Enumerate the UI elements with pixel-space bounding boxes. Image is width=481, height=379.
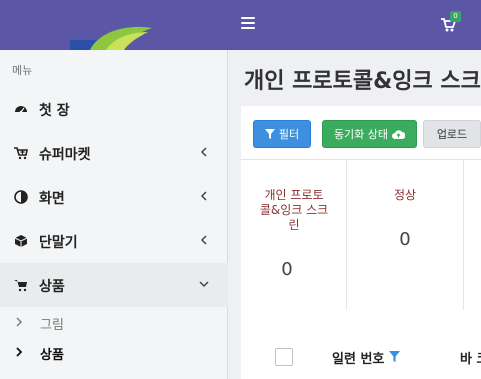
sidebar-item-products[interactable]: 상품 — [0, 263, 228, 307]
dashboard-icon — [15, 106, 27, 114]
cloud-upload-icon — [392, 130, 406, 139]
divider — [463, 160, 464, 310]
brand-logo — [70, 26, 152, 50]
stat-label-normal: 정상 — [393, 188, 417, 202]
column-header-serial[interactable]: 일련 번호 — [332, 348, 384, 367]
sidebar-item-label: 상품 — [39, 279, 65, 295]
sidebar: 메뉴 첫 장 슈퍼마켓 화면 단말기 상품 그림 상품 — [0, 50, 228, 379]
chevron-left-icon — [200, 147, 207, 157]
chevron-right-icon — [16, 317, 22, 327]
sidebar-subitem-label: 그림 — [40, 318, 64, 333]
chevron-left-icon — [200, 235, 207, 245]
upload-button-label: 업로드 — [436, 128, 468, 141]
cart-plus-icon — [14, 147, 28, 160]
menu-toggle-icon[interactable] — [241, 17, 255, 30]
select-all-checkbox[interactable] — [275, 348, 293, 366]
sidebar-subitem-images[interactable]: 그림 — [0, 309, 228, 335]
column-header-barcode[interactable]: 바 코 — [460, 348, 481, 367]
half-circle-icon — [14, 190, 28, 204]
column-filter-icon[interactable] — [389, 351, 400, 362]
chevron-left-icon — [200, 191, 207, 201]
filter-icon — [264, 129, 275, 139]
sidebar-subitem-label: 상품 — [40, 348, 64, 363]
sidebar-item-supermarket[interactable]: 슈퍼마켓 — [0, 131, 228, 175]
sidebar-item-label: 첫 장 — [39, 103, 70, 119]
divider — [241, 159, 481, 160]
upload-button[interactable]: 업로드 — [423, 120, 481, 148]
sidebar-subitem-products[interactable]: 상품 — [0, 339, 228, 365]
sidebar-header: 메뉴 — [12, 64, 33, 77]
filter-button-label: 필터 — [278, 128, 300, 141]
filter-button[interactable]: 필터 — [253, 120, 311, 148]
chevron-down-icon — [199, 281, 209, 288]
sidebar-item-label: 단말기 — [39, 235, 78, 251]
stat-value-normal: 0 — [399, 229, 411, 250]
page-title: 개인 프로토콜&잉크 스크 — [244, 69, 481, 94]
sidebar-item-label: 슈퍼마켓 — [39, 147, 91, 163]
sidebar-item-terminal[interactable]: 단말기 — [0, 219, 228, 263]
cube-icon — [14, 235, 28, 247]
sync-button-label: 동기화 상태 — [333, 128, 389, 141]
sidebar-item-screen[interactable]: 화면 — [0, 175, 228, 219]
stat-label-private-protocol: 개인 프로토 콜&잉크 스크 린 — [259, 188, 329, 232]
sidebar-item-home[interactable]: 첫 장 — [0, 87, 228, 131]
cart-count-badge: 0 — [450, 11, 461, 22]
stat-value-private-protocol: 0 — [281, 259, 293, 280]
sync-status-button[interactable]: 동기화 상태 — [322, 120, 417, 148]
sidebar-item-label: 화면 — [39, 191, 65, 207]
cart-icon — [14, 280, 27, 292]
chevron-right-icon — [16, 347, 23, 357]
